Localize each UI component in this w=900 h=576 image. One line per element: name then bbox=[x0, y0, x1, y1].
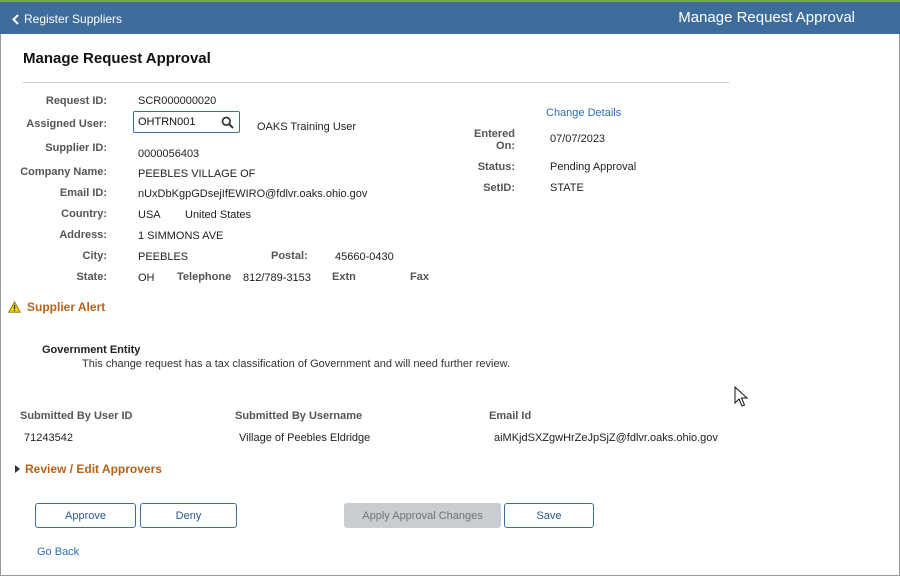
apply-approval-changes-button[interactable]: Apply Approval Changes bbox=[344, 503, 501, 528]
supplier-alert-header: Supplier Alert bbox=[8, 300, 105, 314]
telephone-value: 812/789-3153 bbox=[243, 272, 311, 284]
government-entity-heading: Government Entity bbox=[42, 344, 141, 356]
assigned-user-name: OAKS Training User bbox=[257, 121, 357, 133]
status-value: Pending Approval bbox=[550, 161, 637, 173]
setid-value: STATE bbox=[550, 182, 584, 194]
chevron-left-icon bbox=[12, 13, 19, 25]
extn-label: Extn bbox=[332, 271, 356, 283]
state-value: OH bbox=[138, 272, 155, 284]
status-label: Status: bbox=[477, 161, 515, 173]
request-id-value: SCR000000020 bbox=[138, 95, 217, 107]
search-icon[interactable] bbox=[221, 116, 234, 129]
postal-label: Postal: bbox=[271, 250, 308, 262]
assigned-user-input[interactable] bbox=[134, 112, 218, 132]
assigned-user-field[interactable] bbox=[133, 111, 240, 133]
city-value: PEEBLES bbox=[138, 251, 189, 263]
postal-value: 45660-0430 bbox=[335, 251, 394, 263]
caret-right-icon bbox=[15, 465, 20, 473]
warning-icon bbox=[8, 301, 21, 313]
back-to-register-suppliers-link[interactable]: Register Suppliers bbox=[12, 12, 122, 26]
address-label: Address: bbox=[59, 229, 107, 241]
submitted-email-value: aiMKjdSXZgwHrZeJpSjZ@fdlvr.oaks.ohio.gov bbox=[494, 432, 718, 444]
approve-button[interactable]: Approve bbox=[35, 503, 136, 528]
city-label: City: bbox=[82, 250, 107, 262]
country-name-value: United States bbox=[185, 209, 252, 221]
email-id-header: Email Id bbox=[489, 410, 532, 422]
submitted-by-username-header: Submitted By Username bbox=[235, 410, 363, 422]
email-id-value: nUxDbKgpGDsejIfEWIRO@fdlvr.oaks.ohio.gov bbox=[138, 188, 368, 200]
state-label: State: bbox=[76, 271, 107, 283]
review-edit-approvers-expander[interactable]: Review / Edit Approvers bbox=[15, 462, 162, 476]
banner-title: Manage Request Approval bbox=[678, 9, 855, 26]
entered-on-value: 07/07/2023 bbox=[550, 133, 606, 145]
telephone-label: Telephone bbox=[177, 271, 232, 283]
submitted-username-value: Village of Peebles Eldridge bbox=[239, 432, 371, 444]
page-title: Manage Request Approval bbox=[23, 50, 211, 67]
request-id-label: Request ID: bbox=[45, 95, 107, 107]
address-value: 1 SIMMONS AVE bbox=[138, 230, 224, 242]
save-button[interactable]: Save bbox=[504, 503, 594, 528]
company-name-label: Company Name: bbox=[20, 166, 107, 178]
go-back-link[interactable]: Go Back bbox=[37, 546, 79, 558]
setid-label: SetID: bbox=[483, 182, 515, 194]
submitted-by-user-id-header: Submitted By User ID bbox=[20, 410, 133, 422]
supplier-id-value: 0000056403 bbox=[138, 148, 200, 160]
company-name-value: PEEBLES VILLAGE OF bbox=[138, 168, 256, 180]
submitted-user-id-value: 71243542 bbox=[24, 432, 73, 444]
review-edit-approvers-label: Review / Edit Approvers bbox=[25, 462, 162, 476]
supplier-id-label: Supplier ID: bbox=[45, 142, 107, 154]
mouse-pointer-icon bbox=[734, 386, 749, 407]
country-code-value: USA bbox=[138, 209, 161, 221]
deny-button[interactable]: Deny bbox=[140, 503, 237, 528]
title-divider bbox=[23, 82, 729, 83]
fax-label: Fax bbox=[410, 271, 429, 283]
assigned-user-label: Assigned User: bbox=[26, 118, 107, 130]
entered-on-label-line1: Entered bbox=[474, 128, 515, 140]
country-label: Country: bbox=[61, 208, 107, 220]
supplier-alert-title: Supplier Alert bbox=[27, 300, 106, 314]
email-id-label: Email ID: bbox=[59, 187, 107, 199]
change-details-link[interactable]: Change Details bbox=[546, 107, 621, 119]
government-entity-message: This change request has a tax classifica… bbox=[82, 358, 511, 370]
entered-on-label-line2: On: bbox=[496, 140, 515, 152]
window-frame bbox=[0, 0, 900, 576]
top-banner: Register Suppliers Manage Request Approv… bbox=[0, 0, 900, 34]
back-link-label: Register Suppliers bbox=[24, 12, 123, 26]
